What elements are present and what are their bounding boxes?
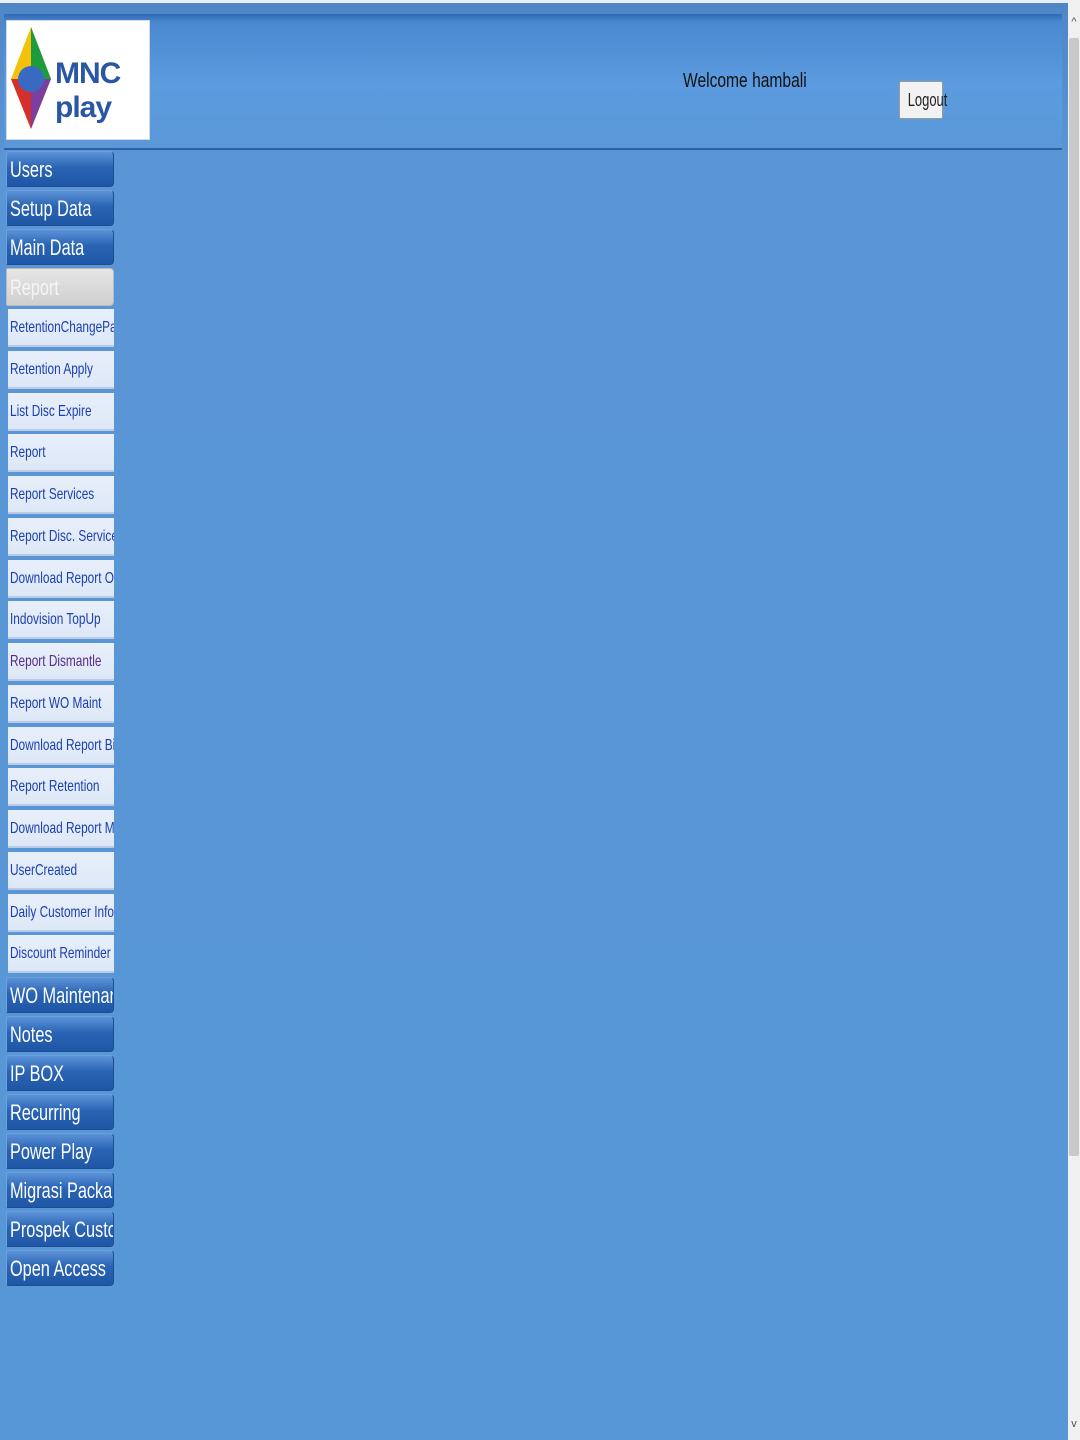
submenu-item-user-created[interactable]: UserCreated bbox=[8, 851, 114, 890]
submenu-item-label: Indovision TopUp bbox=[10, 611, 101, 629]
submenu-item-download-report-mttr[interactable]: Download Report MTTR bbox=[8, 810, 114, 848]
menu-item-label: WO Maintenance bbox=[10, 983, 113, 1008]
submenu-item-label: Download Report MTTR bbox=[10, 820, 114, 837]
submenu-item-label: List Disc Expire bbox=[10, 402, 92, 420]
menu-item-setup-data[interactable]: Setup Data bbox=[6, 190, 114, 226]
submenu-item-label: Report Services bbox=[10, 486, 95, 503]
submenu-item-label: UserCreated bbox=[10, 861, 78, 879]
submenu-item-report-dismantle[interactable]: Report Dismantle bbox=[8, 643, 114, 681]
menu-item-open-access[interactable]: Open Access bbox=[6, 1250, 114, 1286]
menu-item-label: Notes bbox=[10, 1022, 53, 1047]
submenu-item-report-services[interactable]: Report Services bbox=[8, 476, 114, 514]
logout-button[interactable]: Logout bbox=[899, 81, 947, 119]
submenu-item-label: Discount Reminder H-20 bbox=[10, 945, 114, 963]
logo-text: MNC play bbox=[55, 57, 121, 124]
submenu-item-label: Daily Customer Info bbox=[10, 903, 114, 921]
submenu-item-download-report-billing[interactable]: Download Report Billing bbox=[8, 726, 114, 765]
menu-item-label: Users bbox=[10, 157, 53, 182]
submenu-item-retention-change-package[interactable]: RetentionChangePackage bbox=[8, 309, 114, 347]
menu-item-wo-maintenance[interactable]: WO Maintenance bbox=[6, 977, 114, 1013]
submenu-item-label: Report WO Maint bbox=[10, 694, 102, 712]
menu-item-label: Migrasi Package bbox=[10, 1178, 113, 1203]
submenu-item-label: Download Report OSS bbox=[10, 569, 114, 587]
menu-item-ip-box[interactable]: IP BOX bbox=[6, 1055, 114, 1091]
logout-label: Logout bbox=[907, 89, 948, 110]
menu-item-label: IP BOX bbox=[10, 1061, 64, 1086]
menu-item-label: Recurring bbox=[10, 1100, 81, 1125]
submenu-item-list-disc-expire[interactable]: List Disc Expire bbox=[8, 392, 114, 431]
submenu-item-label: Report bbox=[10, 444, 46, 462]
submenu-item-label: RetentionChangePackage bbox=[10, 319, 114, 336]
menu-item-recurring[interactable]: Recurring bbox=[6, 1094, 114, 1130]
submenu-item-retention-apply[interactable]: Retention Apply bbox=[8, 350, 114, 389]
submenu-item-report[interactable]: Report bbox=[8, 434, 114, 473]
scrollbar-thumb[interactable] bbox=[1069, 38, 1079, 1156]
menu-item-notes[interactable]: Notes bbox=[6, 1016, 114, 1052]
menu-item-label: Main Data bbox=[10, 235, 85, 260]
submenu-item-daily-customer-info[interactable]: Daily Customer Info bbox=[8, 893, 114, 932]
menu-item-label: Report bbox=[10, 275, 59, 300]
menu-item-label: Prospek Customer bbox=[10, 1217, 113, 1242]
menu-item-migrasi-package[interactable]: Migrasi Package bbox=[6, 1172, 114, 1208]
scroll-up-arrow-icon[interactable]: ^ bbox=[1069, 14, 1079, 30]
report-submenu: RetentionChangePackage Retention Apply L… bbox=[6, 309, 116, 974]
submenu-item-label: Download Report Billing bbox=[10, 736, 114, 754]
menu-item-label: Setup Data bbox=[10, 196, 92, 221]
welcome-message: Welcome hambali bbox=[683, 70, 807, 92]
submenu-item-indovision-topup[interactable]: Indovision TopUp bbox=[8, 601, 114, 640]
menu-item-power-play[interactable]: Power Play bbox=[6, 1133, 114, 1169]
submenu-item-report-wo-maint[interactable]: Report WO Maint bbox=[8, 684, 114, 723]
submenu-item-download-report-oss[interactable]: Download Report OSS bbox=[8, 559, 114, 598]
submenu-item-discount-reminder-h20[interactable]: Discount Reminder H-20 bbox=[8, 935, 114, 974]
submenu-item-label: Report Retention bbox=[10, 778, 100, 796]
submenu-item-label: Retention Apply bbox=[10, 360, 93, 378]
scroll-down-arrow-icon[interactable]: v bbox=[1069, 1416, 1079, 1432]
menu-item-report[interactable]: Report bbox=[6, 268, 114, 306]
sidebar-menu: Users Setup Data Main Data Report Retent… bbox=[6, 151, 116, 1289]
menu-item-main-data[interactable]: Main Data bbox=[6, 229, 114, 265]
menu-item-label: Open Access bbox=[10, 1256, 106, 1281]
submenu-item-report-retention[interactable]: Report Retention bbox=[8, 768, 114, 807]
mnc-play-logo[interactable]: MNC play bbox=[6, 20, 150, 140]
submenu-item-label: Report Dismantle bbox=[10, 653, 102, 670]
menu-item-label: Power Play bbox=[10, 1139, 93, 1164]
menu-item-prospek-customer[interactable]: Prospek Customer bbox=[6, 1211, 114, 1247]
submenu-item-report-disc-services[interactable]: Report Disc. Services bbox=[8, 517, 114, 556]
menu-item-users[interactable]: Users bbox=[6, 151, 114, 187]
page-body bbox=[0, 3, 1068, 1440]
submenu-item-label: Report Disc. Services bbox=[10, 527, 114, 545]
